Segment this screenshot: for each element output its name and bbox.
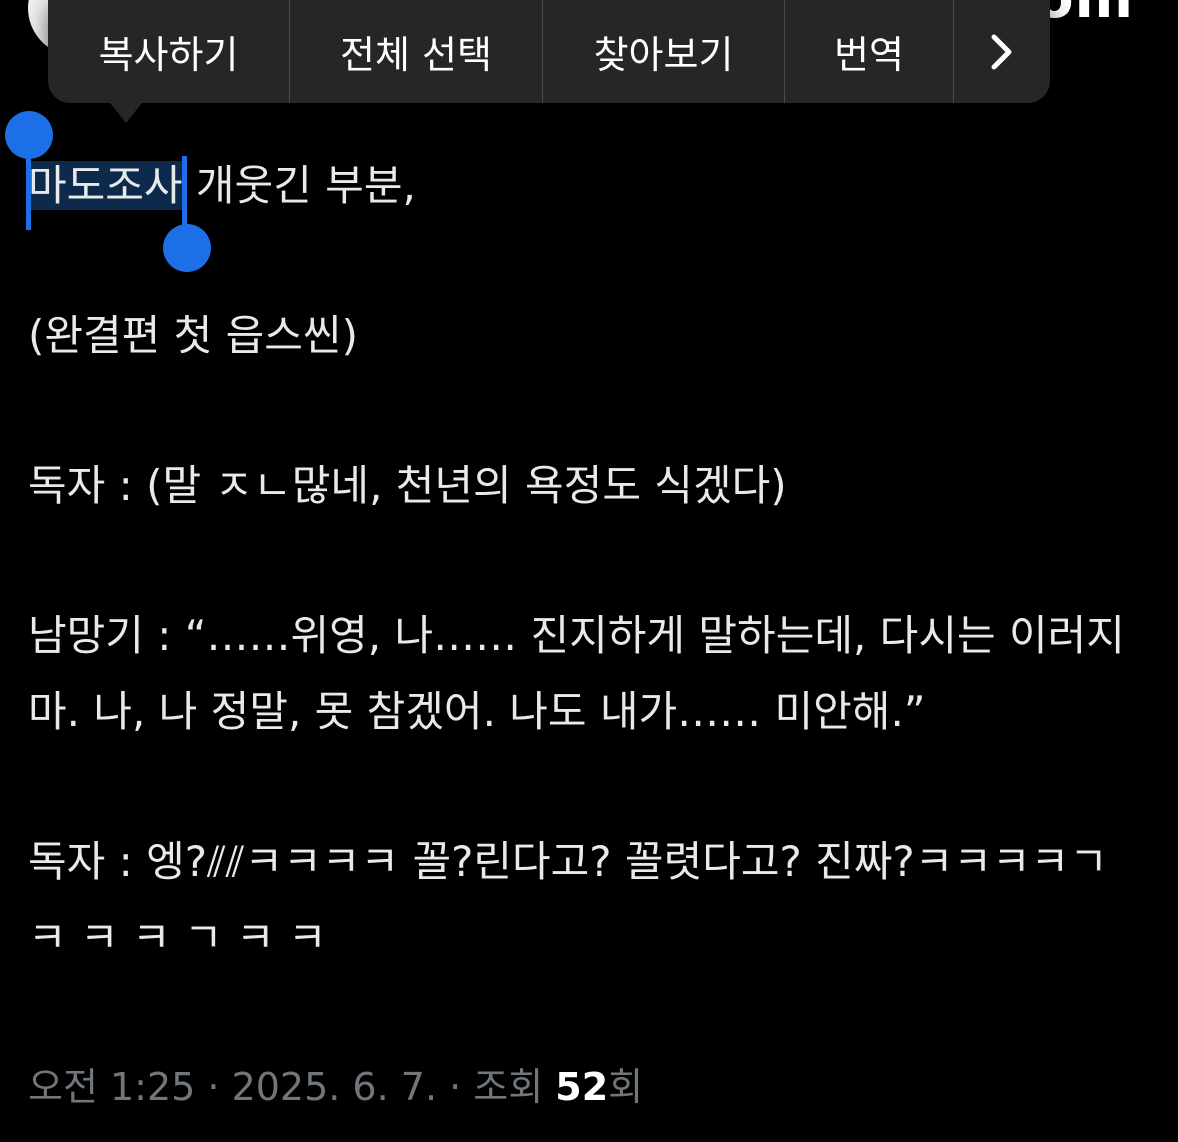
selected-text-content: 마도조사	[28, 161, 183, 210]
post-line-1: 마도조사 개웃긴 부분,	[5, 111, 1148, 272]
selection-start-handle[interactable]	[5, 111, 53, 159]
views-suffix: 회	[608, 1065, 644, 1109]
look-up-button[interactable]: 찾아보기	[543, 0, 785, 103]
chevron-right-icon	[991, 34, 1012, 69]
post-line-4: 남망기 : “……위영, 나…… 진지하게 말하는데, 다시는 이러지 마. 나…	[28, 611, 1125, 736]
post-line-2: (완결편 첫 읍스씬)	[28, 311, 358, 360]
post-text: 마도조사 개웃긴 부분, (완결편 첫 읍스씬) 독자 : (말 ㅈㄴ많네, 천…	[5, 111, 1148, 976]
copy-button[interactable]: 복사하기	[48, 0, 290, 103]
post-line-3: 독자 : (말 ㅈㄴ많네, 천년의 욕정도 식겠다)	[28, 461, 787, 510]
post-timestamp: 오전 1:25 · 2025. 6. 7. · 조회	[28, 1065, 556, 1109]
views-count: 52	[555, 1065, 609, 1109]
post-meta: 오전 1:25 · 2025. 6. 7. · 조회 52회	[28, 1056, 643, 1111]
more-options-button[interactable]	[954, 0, 1050, 103]
select-all-button[interactable]: 전체 선택	[290, 0, 543, 103]
selected-text[interactable]: 마도조사	[5, 111, 211, 272]
selection-start-bar	[26, 156, 31, 230]
translate-button[interactable]: 번역	[785, 0, 954, 103]
post-line-5: 독자 : 엥?⫽⫽ㅋㅋㅋㅋ 꼴?린다고? 꼴렷다고? 진짜?ㅋㅋㅋㅋㄱ ㅋ ㅋ …	[28, 837, 1108, 962]
text-selection-context-menu: 복사하기 전체 선택 찾아보기 번역	[48, 0, 1050, 123]
selection-end-handle[interactable]	[162, 224, 211, 272]
selection-end-bar	[181, 156, 187, 230]
post-line-1-rest: 개웃긴 부분,	[182, 161, 416, 210]
